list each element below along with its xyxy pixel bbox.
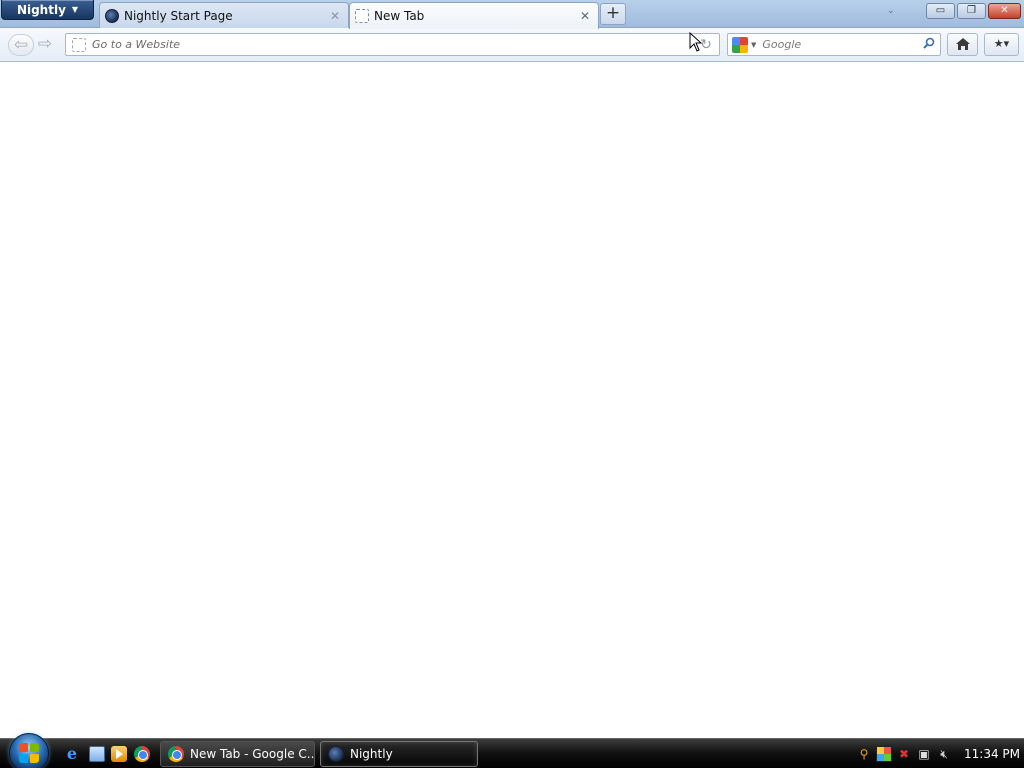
security-alert-icon[interactable]: ✖ (896, 746, 912, 762)
close-window-button[interactable]: ✕ (988, 3, 1021, 19)
tab-new-tab[interactable]: New Tab ✕ (349, 2, 599, 29)
taskbar-window-label: New Tab - Google C... (190, 747, 315, 761)
app-menu-button[interactable]: Nightly ▼ (1, 0, 94, 20)
taskbar-window-chrome[interactable]: New Tab - Google C... (160, 741, 315, 767)
app-menu-label: Nightly (16, 2, 66, 17)
search-icon[interactable]: ⚲ (856, 746, 872, 762)
url-bar[interactable]: ↻ (65, 33, 720, 56)
search-bar[interactable]: ▼ (727, 33, 941, 56)
bookmarks-icon: ★▾ (993, 37, 1010, 50)
windows-flag-icon[interactable] (876, 746, 892, 762)
media-player-icon[interactable] (111, 746, 127, 762)
tab-label: New Tab (374, 9, 425, 23)
nightly-icon (328, 746, 344, 762)
bookmarks-button[interactable]: ★▾ (984, 33, 1019, 56)
show-desktop-icon[interactable] (89, 746, 105, 762)
taskbar-window-label: Nightly (350, 747, 393, 761)
back-button[interactable]: ⇦ (8, 34, 34, 56)
tab-label: Nightly Start Page (124, 8, 233, 23)
new-tab-button[interactable]: + (600, 3, 626, 25)
tab-nightly-start-page[interactable]: Nightly Start Page ✕ (99, 2, 349, 28)
page-content[interactable] (0, 63, 1024, 738)
search-icon[interactable] (920, 37, 938, 53)
mouse-cursor-icon (689, 32, 703, 52)
close-tab-icon[interactable]: ✕ (328, 9, 342, 23)
network-icon[interactable]: ▣ (916, 746, 932, 762)
chrome-icon[interactable] (134, 746, 150, 762)
start-button[interactable] (9, 733, 49, 768)
search-input[interactable] (762, 38, 920, 51)
home-icon (955, 38, 970, 50)
system-tray: ⚲ ✖ ▣ 🔇︎ 11:34 PM (850, 739, 1024, 768)
forward-arrow-icon: ⇨ (37, 34, 53, 54)
tab-list-chevron-icon[interactable]: ⌄ (887, 6, 895, 16)
restore-button[interactable]: ❐ (957, 3, 986, 19)
close-tab-icon[interactable]: ✕ (578, 9, 592, 23)
title-bar: Nightly ▼ Nightly Start Page ✕ New Tab ✕… (0, 0, 1024, 29)
blank-page-icon (355, 9, 369, 23)
clock[interactable]: 11:34 PM (964, 747, 1020, 761)
navigation-toolbar: ⇦ ⇨ ↻ ▼ ★▾ (0, 28, 1024, 62)
internet-explorer-icon[interactable]: e (64, 746, 80, 762)
forward-button[interactable]: ⇨ (34, 34, 56, 56)
minimize-button[interactable]: ▭ (926, 3, 955, 19)
volume-muted-icon[interactable]: 🔇︎ (936, 746, 952, 762)
site-identity-icon (72, 37, 86, 52)
chevron-down-icon: ▼ (71, 5, 79, 14)
nightly-icon (105, 8, 119, 23)
home-button[interactable] (947, 33, 978, 56)
url-input[interactable] (92, 38, 697, 51)
back-arrow-icon: ⇦ (13, 35, 29, 55)
taskbar: e New Tab - Google C... Nightly ⚲ ✖ ▣ 🔇︎… (0, 733, 1024, 768)
google-icon[interactable] (732, 36, 748, 53)
taskbar-window-nightly[interactable]: Nightly (320, 741, 478, 767)
chrome-icon (168, 746, 184, 762)
engine-dropdown-icon[interactable]: ▼ (751, 41, 756, 49)
